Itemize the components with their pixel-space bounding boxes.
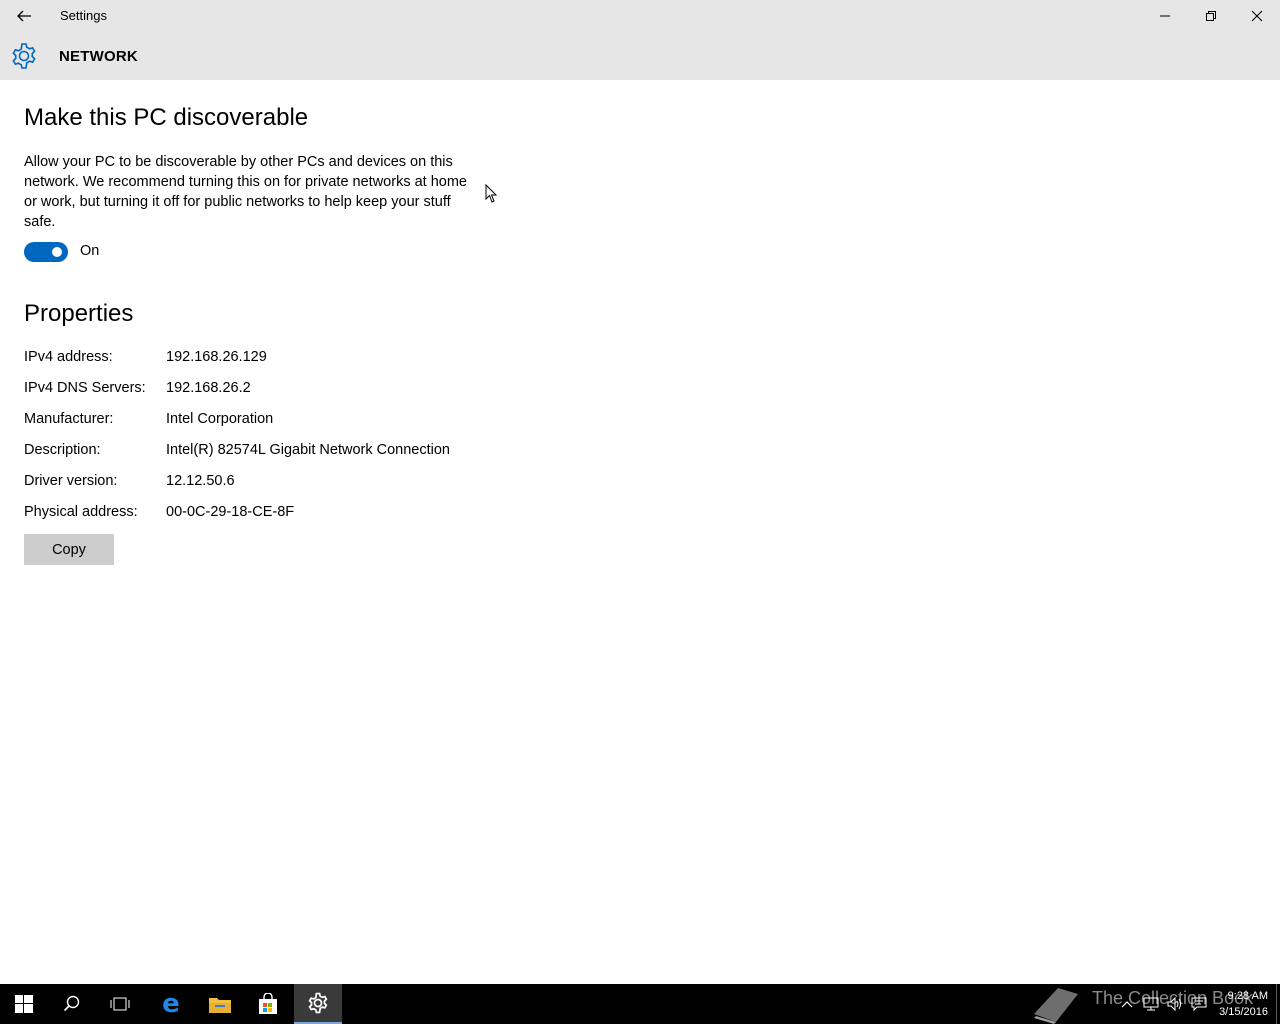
page-title: NETWORK: [59, 48, 138, 65]
store-bag-icon: [259, 993, 277, 1014]
show-hidden-icons-button[interactable]: [1116, 984, 1138, 1024]
property-value: 12.12.50.6: [166, 473, 235, 489]
discoverable-toggle[interactable]: [24, 242, 68, 262]
property-value: 192.168.26.129: [166, 349, 267, 365]
gear-icon: [308, 992, 328, 1014]
back-button[interactable]: [0, 0, 48, 32]
property-row: Physical address: 00-0C-29-18-CE-8F: [24, 504, 624, 524]
window-title: Settings: [60, 8, 107, 23]
property-value: Intel Corporation: [166, 411, 274, 427]
task-view-button[interactable]: [96, 984, 144, 1024]
properties-heading: Properties: [24, 300, 134, 327]
store-button[interactable]: [244, 984, 292, 1024]
volume-tray-button[interactable]: [1164, 984, 1186, 1024]
property-row: Description: Intel(R) 82574L Gigabit Net…: [24, 442, 624, 462]
property-row: Driver version: 12.12.50.6: [24, 473, 624, 493]
file-explorer-button[interactable]: [196, 984, 244, 1024]
page-header: NETWORK: [0, 32, 1280, 80]
title-bar: Settings: [0, 0, 1280, 32]
show-desktop-button[interactable]: [1276, 984, 1280, 1024]
action-center-button[interactable]: [1188, 984, 1210, 1024]
property-row: IPv4 DNS Servers: 192.168.26.2: [24, 380, 624, 400]
speaker-icon: [1167, 997, 1181, 1011]
mouse-cursor-icon: [485, 184, 498, 203]
restore-icon: [1206, 11, 1216, 21]
property-row: IPv4 address: 192.168.26.129: [24, 349, 624, 369]
notification-icon: [1191, 997, 1207, 1011]
settings-window: Settings NETWORK Make this PC discoverab…: [0, 0, 1280, 984]
clock-time: 9:28 AM: [1227, 990, 1268, 1002]
taskbar: e The Collection Book 9:28 AM 3/15/2016: [0, 984, 1280, 1024]
toggle-state-label: On: [80, 243, 100, 259]
folder-icon: [209, 998, 231, 1013]
settings-taskbar-button[interactable]: [294, 984, 342, 1024]
edge-icon: e: [162, 989, 180, 1019]
network-tray-button[interactable]: [1140, 984, 1162, 1024]
close-button[interactable]: [1234, 0, 1280, 32]
property-value: Intel(R) 82574L Gigabit Network Connecti…: [166, 442, 450, 458]
discoverable-description: Allow your PC to be discoverable by othe…: [24, 154, 467, 230]
start-button[interactable]: [0, 984, 48, 1024]
restore-button[interactable]: [1188, 0, 1234, 32]
search-button[interactable]: [48, 984, 96, 1024]
task-view-icon: [110, 997, 130, 1011]
clock-date: 3/15/2016: [1219, 1006, 1268, 1018]
minimize-icon: [1160, 15, 1170, 17]
windows-logo-icon: [15, 995, 33, 1013]
chevron-up-icon: [1121, 1001, 1133, 1008]
property-row: Manufacturer: Intel Corporation: [24, 411, 624, 431]
edge-button[interactable]: e: [147, 984, 195, 1024]
discoverable-heading: Make this PC discoverable: [24, 104, 309, 131]
property-key: IPv4 DNS Servers:: [24, 380, 146, 396]
book-logo-icon: [1034, 988, 1078, 1024]
gear-icon: [12, 43, 36, 69]
close-icon: [1251, 10, 1263, 22]
toggle-knob: [52, 247, 62, 257]
property-key: IPv4 address:: [24, 349, 113, 365]
property-key: Description:: [24, 442, 101, 458]
back-arrow-icon: [17, 10, 31, 22]
property-value: 192.168.26.2: [166, 380, 251, 396]
clock[interactable]: 9:28 AM 3/15/2016: [1219, 988, 1268, 1020]
property-key: Manufacturer:: [24, 411, 114, 427]
network-icon: [1143, 997, 1159, 1011]
property-key: Driver version:: [24, 473, 118, 489]
minimize-button[interactable]: [1142, 0, 1188, 32]
property-key: Physical address:: [24, 504, 138, 520]
property-value: 00-0C-29-18-CE-8F: [166, 504, 295, 520]
copy-button[interactable]: Copy: [24, 534, 114, 565]
search-icon: [63, 995, 80, 1012]
